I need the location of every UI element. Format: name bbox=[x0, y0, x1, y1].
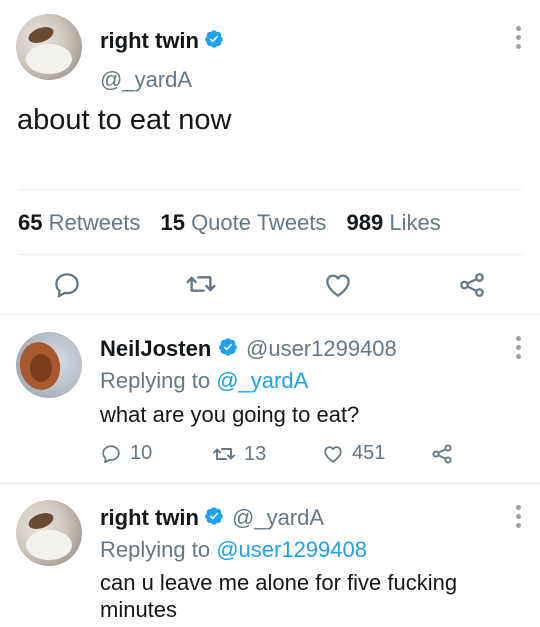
author-handle[interactable]: @_yardA bbox=[100, 67, 192, 93]
divider bbox=[18, 254, 522, 255]
reply-action[interactable]: 10 bbox=[100, 442, 152, 465]
more-icon[interactable] bbox=[515, 505, 521, 528]
verified-icon bbox=[219, 338, 237, 356]
tweet-text: about to eat now bbox=[17, 104, 232, 136]
verified-icon bbox=[205, 30, 223, 48]
reply-text-line-2: minutes bbox=[100, 597, 178, 622]
retweet-icon bbox=[213, 448, 235, 460]
reply-icon[interactable] bbox=[52, 270, 82, 300]
reply-count: 10 bbox=[130, 442, 153, 464]
avatar[interactable] bbox=[16, 500, 82, 566]
retweets-count[interactable]: 65 bbox=[18, 210, 42, 235]
like-icon bbox=[324, 445, 342, 463]
divider bbox=[0, 483, 540, 484]
reply-author-handle[interactable]: @_yardA bbox=[232, 505, 324, 531]
quotes-count[interactable]: 15 bbox=[160, 210, 184, 235]
reply-text-line-1: can u leave me alone for five fucking bbox=[100, 570, 458, 595]
like-count: 451 bbox=[352, 442, 386, 464]
quotes-label[interactable]: Quote Tweets bbox=[191, 210, 326, 235]
retweet-count: 13 bbox=[244, 442, 267, 465]
like-icon[interactable] bbox=[323, 270, 353, 300]
reply-author-name[interactable]: right twin bbox=[100, 505, 199, 531]
retweet-icon[interactable] bbox=[185, 268, 217, 300]
divider bbox=[0, 314, 540, 315]
divider bbox=[18, 189, 522, 190]
verified-icon bbox=[205, 507, 223, 525]
share-icon[interactable] bbox=[430, 442, 454, 466]
reply-author-handle[interactable]: @user1299408 bbox=[246, 336, 397, 362]
likes-count[interactable]: 989 bbox=[347, 210, 384, 235]
retweets-label[interactable]: Retweets bbox=[49, 210, 141, 235]
reply-text: what are you going to eat? bbox=[100, 402, 360, 427]
replying-prefix: Replying to bbox=[100, 368, 211, 393]
more-icon[interactable] bbox=[515, 26, 521, 49]
author-name[interactable]: right twin bbox=[100, 28, 199, 54]
likes-label[interactable]: Likes bbox=[389, 210, 440, 235]
replying-to: Replying to @_yardA bbox=[100, 368, 308, 394]
share-icon[interactable] bbox=[457, 270, 487, 300]
reply-author-name[interactable]: NeilJosten bbox=[100, 336, 211, 362]
tweet-stats: 65 Retweets 15 Quote Tweets 989 Likes bbox=[18, 210, 455, 236]
more-icon[interactable] bbox=[515, 336, 521, 359]
replying-prefix: Replying to bbox=[100, 537, 211, 562]
replying-to-link[interactable]: @_yardA bbox=[216, 368, 308, 393]
replying-to: Replying to @user1299408 bbox=[100, 537, 367, 563]
retweet-action[interactable]: 13 bbox=[212, 442, 266, 466]
replying-to-link[interactable]: @user1299408 bbox=[216, 537, 367, 562]
avatar[interactable] bbox=[16, 332, 82, 398]
like-action[interactable]: 451 bbox=[322, 442, 385, 465]
reply-icon bbox=[102, 444, 120, 463]
avatar[interactable] bbox=[16, 14, 82, 80]
